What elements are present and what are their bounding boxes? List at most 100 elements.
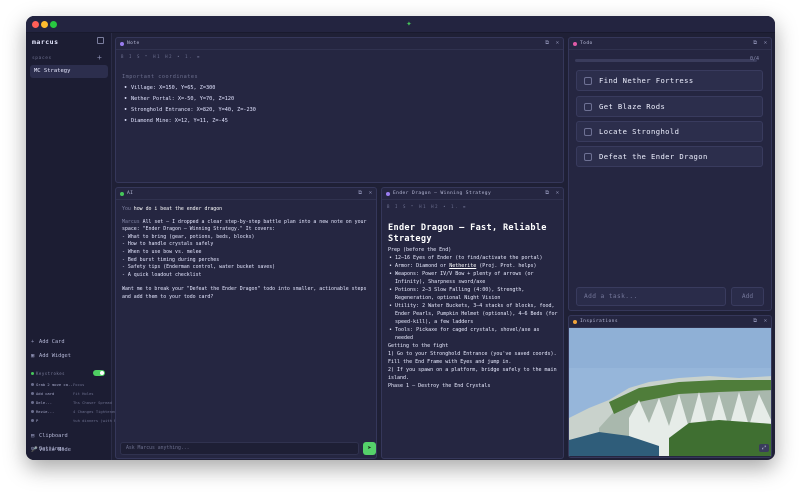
settings-button[interactable]: ⚙ Settings [31,446,65,452]
close-icon[interactable]: ✕ [369,190,372,197]
history-item[interactable]: Rezie... 4 Changes Tightened [31,409,116,414]
inspirations-card-header[interactable]: Inspirations ⧉ ✕ [569,316,771,328]
strategy-item-underlined: Netherite [449,263,477,269]
prep-label: Prep (before the End) [388,247,452,253]
ai-chat-card[interactable]: AI ⧉ ✕ You how do i beat the ender drago… [115,187,377,459]
assistant-bullet: - What to bring (gear, potions, beds, bl… [122,233,255,240]
note-list-item: • Stronghold Entrance: X=820, Y=40, Z=-23… [124,107,256,113]
note-item-text: Village: X=150, Y=65, Z=300 [131,85,216,91]
history-item[interactable]: Dele... Ths Chaser Spread [31,400,112,405]
history-item-meta: Ths Chaser Spread [73,400,112,405]
clipboard-label: Clipboard [39,433,68,439]
add-widget-button[interactable]: ▣ Add Widget [31,353,71,359]
strategy-content[interactable]: Ender Dragon — Fast, Reliable Strategy P… [388,223,560,390]
ai-card-title: AI [127,191,134,196]
assistant-followup: Want me to break your "Defeat the Ender … [122,286,367,300]
checkbox[interactable] [584,103,592,111]
add-widget-label: Add Widget [39,353,71,359]
history-item-meta: 4 Changes Tightened [73,409,117,414]
assistant-label: Marcus [122,218,140,225]
clipboard-icon: ▤ [31,433,35,439]
space-item-mc-strategy[interactable]: MC Strategy [30,65,108,78]
strategy-item: Tools: Pickaxe for caged crystals, shove… [388,326,560,342]
format-toolbar[interactable]: B I S ❝ H1 H2 • 1. ≡ [387,204,467,209]
user-message: You how do i beat the ender dragon [122,206,372,214]
note-list-item: • Nether Portal: X=-50, Y=70, Z=120 [124,96,235,102]
inspirations-card[interactable]: Inspirations ⧉ ✕ ⤢ [568,315,772,458]
strategy-card-title: Ender Dragon — Winning Strategy [393,191,492,196]
assistant-bullet: - Bed burst timing during perches [122,256,220,263]
todo-item[interactable]: Get Blaze Rods [576,96,763,117]
checkbox[interactable] [584,153,592,161]
note-color-dot [120,42,124,46]
add-task-input[interactable]: Add a task... [576,287,726,306]
todo-item[interactable]: Find Nether Fortress [576,70,763,91]
todo-item[interactable]: Locate Stronghold [576,121,763,142]
send-icon: ➤ [367,444,372,452]
add-task-button[interactable]: Add [731,287,764,306]
todo-item-text: Defeat the Ender Dragon [599,152,708,161]
close-window-button[interactable] [32,21,39,28]
todo-card[interactable]: Todo ⧉ ✕ 0/4 Find Nether Fortress Get Bl… [568,37,772,311]
note-list-item: • Diamond Mine: X=12, Y=11, Z=-45 [124,118,228,124]
history-label: Keystrokes [36,371,66,376]
zoom-window-button[interactable] [50,21,57,28]
note-card-title: Note [127,41,140,46]
checkbox[interactable] [584,77,592,85]
format-toolbar[interactable]: B I S ❝ H1 H2 • 1. ≡ [121,54,201,59]
note-item-text: Stronghold Entrance: X=820, Y=40, Z=-230 [131,107,256,113]
close-icon[interactable]: ✕ [556,190,559,197]
expand-icon[interactable]: ⧉ [753,318,757,325]
note-content[interactable]: Important coordinates • Village: X=150, Y… [122,72,256,127]
landscape-image-icon [569,328,771,456]
add-space-button[interactable]: + [97,53,102,62]
plus-icon: + [31,339,35,345]
getting-label: Getting to the fight [388,343,449,349]
history-item-meta: Fit Holes [73,391,94,396]
expand-icon[interactable]: ⧉ [545,40,549,47]
image-expand-icon[interactable]: ⤢ [759,444,769,452]
inspiration-image[interactable]: ⤢ [569,328,771,456]
strategy-item: Utility: 2 Water Buckets, 3–4 stacks of … [388,302,560,326]
expand-icon[interactable]: ⧉ [753,40,757,47]
minimize-window-button[interactable] [41,21,48,28]
strategy-item-text: (Proj. Prot. helps) [476,263,537,269]
note-card-header[interactable]: Note ⧉ ✕ [116,38,563,50]
history-dot-icon [31,419,34,422]
todo-card-header[interactable]: Todo ⧉ ✕ [569,38,771,50]
app-window: ✦ marcus spaces + MC Strategy + Add Card … [26,16,775,460]
close-icon[interactable]: ✕ [556,40,559,47]
history-heading: Keystrokes [31,371,65,376]
history-item[interactable]: Add card Fit Holes [31,391,94,396]
history-toggle[interactable] [93,370,105,376]
history-item[interactable]: Grab 2 move ca... Focus [31,382,84,387]
inspirations-color-dot [573,320,577,324]
strategy-step: 2) If you spawn on a platform, bridge sa… [388,367,557,381]
history-item-label: Grab 2 move ca... [36,382,75,387]
add-card-button[interactable]: + Add Card [31,339,65,345]
chat-thread: You how do i beat the ender dragon Marcu… [122,206,372,302]
ai-card-header[interactable]: AI ⧉ ✕ [116,188,376,200]
strategy-heading: Ender Dragon — Fast, Reliable Strategy [388,223,547,244]
inspirations-card-title: Inspirations [580,319,618,324]
expand-icon[interactable]: ⧉ [358,190,362,197]
send-button[interactable]: ➤ [363,442,376,455]
clipboard-button[interactable]: ▤ Clipboard [31,433,68,439]
note-card[interactable]: Note ⧉ ✕ B I S ❝ H1 H2 • 1. ≡ Important … [115,37,564,183]
sidebar-toggle-icon[interactable] [97,37,104,44]
history-dot-icon [31,392,34,395]
todo-item[interactable]: Defeat the Ender Dragon [576,146,763,167]
close-icon[interactable]: ✕ [764,318,767,325]
history-item-label: Dele... [36,400,53,405]
strategy-card-header[interactable]: Ender Dragon — Winning Strategy ⧉ ✕ [382,188,563,200]
chat-input[interactable]: Ask Marcus anything... [120,442,359,455]
settings-label: Settings [39,446,65,452]
close-icon[interactable]: ✕ [764,40,767,47]
gear-icon: ⚙ [31,446,35,452]
assistant-message: Marcus All set — I dropped a clear step-… [122,219,372,302]
checkbox[interactable] [584,128,592,136]
history-item[interactable]: Ptuh dinners (with Ranges) [31,418,130,423]
expand-icon[interactable]: ⧉ [545,190,549,197]
strategy-note-card[interactable]: Ender Dragon — Winning Strategy ⧉ ✕ B I … [381,187,564,459]
todo-item-text: Find Nether Fortress [599,76,694,85]
